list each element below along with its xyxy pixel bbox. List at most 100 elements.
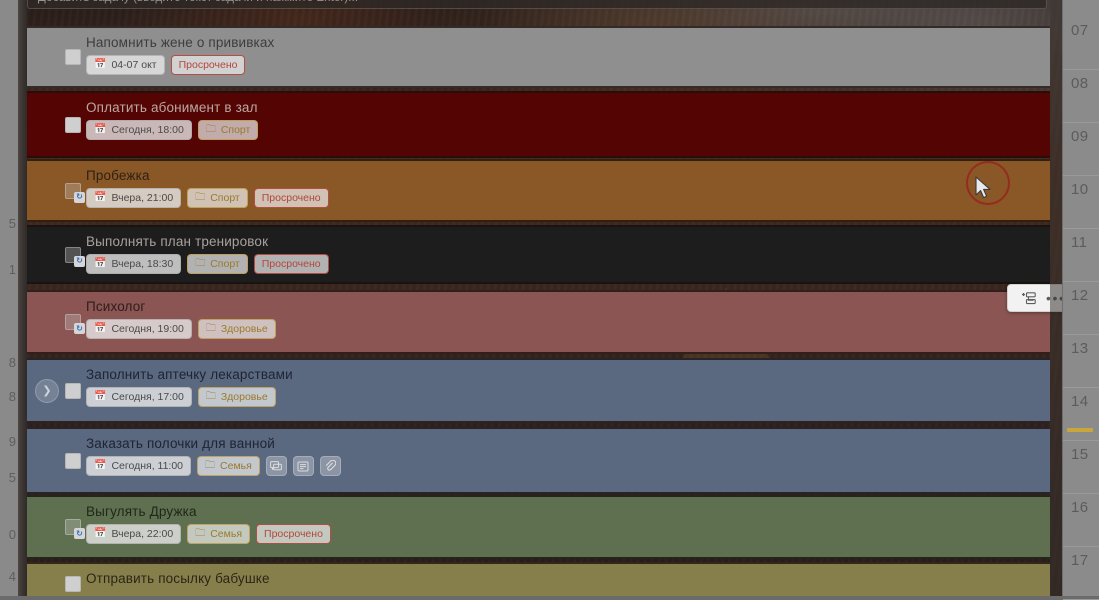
- task-project-chip[interactable]: 🗀 Семья: [187, 524, 251, 544]
- attachment-icon[interactable]: [319, 456, 341, 476]
- task-meta-chips: 📅 Сегодня, 11:00 🗀 Семья: [86, 456, 341, 476]
- hour-cell[interactable]: 08: [1063, 70, 1099, 123]
- folder-icon: 🗀: [195, 258, 206, 269]
- gutter-number: 5: [8, 216, 16, 231]
- hour-cell[interactable]: 17: [1063, 547, 1099, 600]
- hour-label: 08: [1071, 75, 1089, 92]
- task-date-label: Сегодня, 11:00: [111, 459, 184, 472]
- overdue-badge: Просрочено: [253, 254, 329, 274]
- folder-icon: 🗀: [205, 124, 216, 135]
- hour-cell[interactable]: 12: [1063, 282, 1099, 335]
- task-date-chip[interactable]: 📅 Сегодня, 11:00: [86, 456, 192, 476]
- task-row[interactable]: Заказать полочки для ванной 📅 Сегодня, 11:…: [27, 427, 1050, 494]
- comments-icon[interactable]: [265, 456, 287, 476]
- gutter-number: 8: [8, 389, 16, 404]
- task-checkbox[interactable]: ↻: [65, 182, 85, 203]
- task-row[interactable]: Напомнить жене о прививках 📅 04-07 окт Прос…: [27, 26, 1050, 88]
- folder-icon: 🗀: [205, 460, 216, 471]
- task-title: Выгулять Дружка: [86, 504, 197, 519]
- task-date-label: Сегодня, 18:00: [111, 123, 184, 136]
- hour-cell[interactable]: 16: [1063, 494, 1099, 547]
- task-row[interactable]: ↻ Выгулять Дружка 📅 Вчера, 22:00 🗀 Семья Проср…: [27, 495, 1050, 559]
- task-title: Напомнить жене о прививках: [86, 35, 275, 50]
- task-date-chip[interactable]: 📅 Вчера, 18:30: [86, 254, 182, 274]
- hour-cell[interactable]: 11: [1063, 229, 1099, 282]
- task-row[interactable]: Оплатить абонимент в зал 📅 Сегодня, 18:00 🗀…: [27, 91, 1050, 158]
- task-row[interactable]: Отправить посылку бабушке: [27, 562, 1050, 596]
- add-task-input[interactable]: Добавить задачу (введите текст задачи и …: [27, 0, 1047, 9]
- gutter-number: 0: [8, 527, 16, 542]
- task-meta-chips: 📅 Сегодня, 18:00 🗀 Спорт: [86, 120, 259, 140]
- task-date-label: Вчера, 18:30: [111, 257, 174, 270]
- task-date-chip[interactable]: 📅 Сегодня, 18:00: [86, 120, 192, 140]
- hour-cell[interactable]: 07: [1063, 17, 1099, 70]
- folder-icon: 🗀: [205, 323, 216, 334]
- task-project-label: Спорт: [210, 191, 240, 204]
- gutter-number: 5: [8, 470, 16, 485]
- task-project-chip[interactable]: 🗀 Здоровье: [197, 319, 276, 339]
- add-task-placeholder: Добавить задачу (введите текст задачи и …: [38, 0, 358, 4]
- task-checkbox[interactable]: ↻: [65, 314, 85, 334]
- task-project-chip[interactable]: 🗀 Здоровье: [197, 387, 276, 407]
- task-checkbox[interactable]: [65, 452, 81, 469]
- left-panel-divider: [18, 0, 27, 596]
- task-date-chip[interactable]: 📅 Вчера, 22:00: [86, 524, 182, 544]
- task-date-chip[interactable]: 📅 Сегодня, 17:00: [86, 387, 192, 407]
- overdue-badge: Просрочено: [170, 55, 246, 75]
- hour-cell[interactable]: 14: [1063, 388, 1099, 441]
- task-date-chip[interactable]: 📅 Сегодня, 19:00: [86, 319, 192, 339]
- hour-label: 17: [1071, 552, 1089, 569]
- task-project-chip[interactable]: 🗀 Спорт: [187, 188, 248, 208]
- task-meta-chips: 📅 Вчера, 22:00 🗀 Семья Просрочено: [86, 524, 331, 544]
- task-project-chip[interactable]: 🗀 Спорт: [197, 120, 259, 140]
- gutter-number: 9: [8, 434, 16, 449]
- task-checkbox[interactable]: [65, 575, 81, 592]
- task-checkbox[interactable]: [65, 382, 81, 399]
- task-project-chip[interactable]: 🗀 Спорт: [187, 254, 248, 274]
- overdue-badge: Просрочено: [253, 188, 329, 208]
- task-list[interactable]: Добавить задачу (введите текст задачи и …: [27, 0, 1050, 596]
- folder-icon: 🗀: [205, 391, 216, 402]
- task-project-label: Спорт: [210, 257, 240, 270]
- calendar-icon: 📅: [94, 460, 107, 471]
- hour-cell[interactable]: 10: [1063, 176, 1099, 229]
- task-row[interactable]: ↻ Психолог 📅 Сегодня, 19:00 🗀 Здоровье: [27, 290, 1050, 354]
- note-icon[interactable]: [292, 456, 314, 476]
- task-date-label: Сегодня, 19:00: [111, 322, 184, 335]
- recurring-task-icon: ↻: [74, 191, 85, 203]
- hour-cell[interactable]: 15: [1063, 441, 1099, 494]
- task-project-label: Семья: [210, 527, 243, 540]
- task-date-chip[interactable]: 📅 Вчера, 21:00: [86, 188, 182, 208]
- task-checkbox[interactable]: ↻: [65, 246, 85, 267]
- task-title: Заполнить аптечку лекарствами: [86, 367, 293, 382]
- hour-cell[interactable]: 09: [1063, 123, 1099, 176]
- task-meta-chips: 📅 Сегодня, 19:00 🗀 Здоровье: [86, 319, 276, 339]
- calendar-icon: 📅: [94, 323, 107, 334]
- task-project-chip[interactable]: 🗀 Семья: [197, 456, 260, 476]
- vertical-scrollbar-track[interactable]: [1050, 0, 1062, 596]
- task-checkbox[interactable]: [65, 49, 81, 65]
- expand-subtasks-icon[interactable]: ❯: [35, 378, 59, 403]
- hour-cell[interactable]: 13: [1063, 335, 1099, 388]
- overdue-badge: Просрочено: [256, 524, 331, 544]
- task-date-chip[interactable]: 📅 04-07 окт: [86, 55, 165, 75]
- recurring-task-icon: ↻: [74, 323, 85, 334]
- calendar-icon: 📅: [94, 391, 107, 402]
- hour-label: 09: [1071, 128, 1089, 145]
- task-checkbox[interactable]: ↻: [65, 519, 85, 539]
- task-row[interactable]: ❯ Заполнить аптечку лекарствами 📅 Сегодня, …: [27, 358, 1050, 423]
- hour-label: 10: [1071, 181, 1089, 198]
- calendar-icon: 📅: [94, 192, 107, 203]
- task-meta-chips: 📅 Вчера, 21:00 🗀 Спорт Просрочено: [86, 188, 329, 208]
- task-title: Выполнять план тренировок: [86, 234, 269, 249]
- task-row[interactable]: ↻ Пробежка 📅 Вчера, 21:00 🗀 Спорт Просрочено: [27, 159, 1050, 222]
- hour-label: 14: [1071, 393, 1089, 410]
- task-title: Пробежка: [86, 168, 150, 183]
- task-title: Отправить посылку бабушке: [86, 571, 270, 586]
- task-project-label: Здоровье: [220, 390, 268, 403]
- task-checkbox[interactable]: [65, 116, 81, 133]
- task-project-label: Здоровье: [220, 322, 268, 335]
- add-subtask-icon[interactable]: [1016, 288, 1040, 308]
- hour-grid-column[interactable]: 07 08 09 10 11 12 13 14 15 16 17: [1062, 0, 1099, 600]
- task-row[interactable]: ↻ Выполнять план тренировок 📅 Вчера, 18:30 🗀…: [27, 225, 1050, 284]
